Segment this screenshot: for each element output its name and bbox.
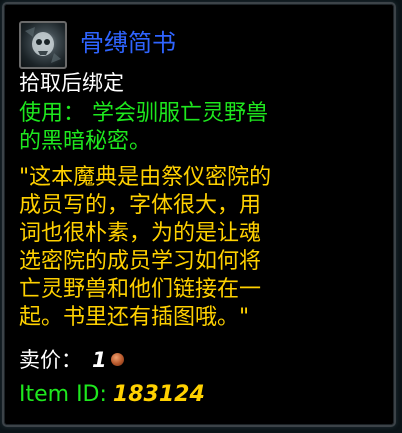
- flavor-line: 成员写的，字体很大，用: [19, 193, 262, 218]
- use-effect-line: 使用： 学会驯服亡灵野兽: [19, 101, 268, 126]
- flavor-line: "这本魔典是由祭仪密院的: [19, 165, 272, 190]
- sell-price-label: 卖价：: [19, 348, 82, 372]
- item-id-value: 183124: [112, 382, 205, 407]
- flavor-line: 选密院的成员学习如何将: [19, 249, 262, 274]
- use-effect-line: 的黑暗秘密。: [19, 129, 152, 154]
- bind-text: 拾取后绑定: [19, 71, 124, 95]
- copper-coin-icon: [110, 352, 124, 366]
- flavor-line: 词也很朴素，为的是让魂: [19, 221, 262, 246]
- sell-price-amount: 1: [92, 348, 107, 372]
- item-id-label: Item ID:: [19, 382, 107, 407]
- item-name: 骨缚简书: [80, 29, 176, 57]
- item-id: Item ID: 183124: [19, 381, 205, 409]
- sell-price: 卖价： 1: [19, 346, 124, 374]
- book-skull-icon: [19, 21, 67, 69]
- item-tooltip: 骨缚简书 拾取后绑定 使用： 学会驯服亡灵野兽 的黑暗秘密。 "这本魔典是由祭仪…: [2, 2, 396, 427]
- flavor-line: 亡灵野兽和他们链接在一: [19, 277, 262, 302]
- flavor-line: 起。书里还有插图哦。": [19, 305, 250, 330]
- flavor-text: "这本魔典是由祭仪密院的 成员写的，字体很大，用 词也很朴素，为的是让魂 选密院…: [19, 164, 391, 332]
- use-effect: 使用： 学会驯服亡灵野兽 的黑暗秘密。: [19, 100, 391, 156]
